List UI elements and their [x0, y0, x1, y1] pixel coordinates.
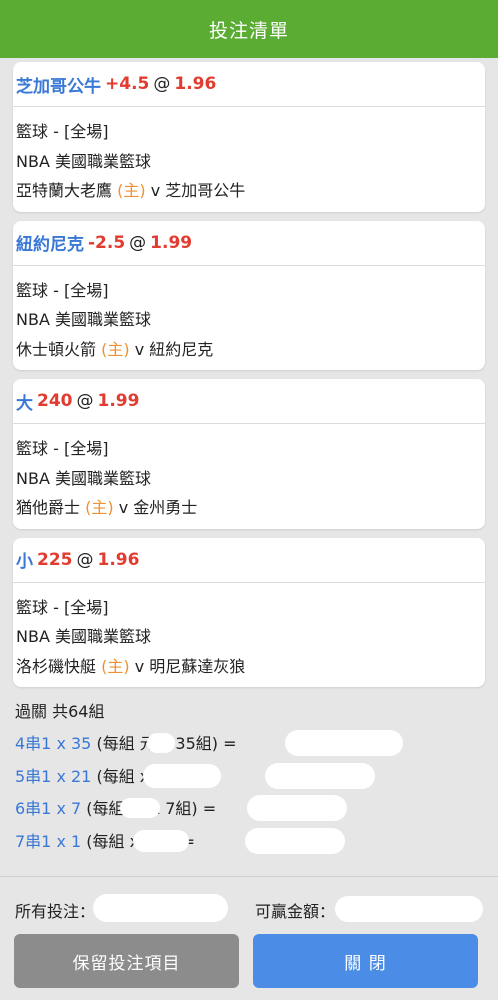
at-symbol: @: [153, 74, 171, 94]
versus: v: [134, 656, 145, 676]
bet-card[interactable]: 紐約尼克 -2.5 @ 1.99 籃球 - [全場] NBA 美國職業籃球 休士…: [13, 220, 485, 371]
combo-type: 7串1 x 1: [15, 831, 82, 851]
bet-selection: 小: [16, 552, 33, 572]
bet-handicap: +4.5: [105, 74, 150, 94]
at-symbol: @: [129, 232, 147, 253]
parlay-section: 過關 共64組 4串1 x 35 (每組 元 x 35組) = 5串1 x 21…: [0, 696, 498, 858]
parlay-combo-row[interactable]: 4串1 x 35 (每組 元 x 35組) =: [15, 728, 483, 761]
bet-card[interactable]: 小 225 @ 1.96 籃球 - [全場] NBA 美國職業籃球 洛杉磯快艇 …: [13, 537, 485, 688]
potential-win-label: 可贏金額：: [255, 902, 336, 921]
bet-card-header: 芝加哥公牛 +4.5 @ 1.96: [13, 62, 485, 107]
bet-card-body: 籃球 - [全場] NBA 美國職業籃球 休士頓火箭 (主) v 紐約尼克: [13, 266, 485, 371]
bet-match: 猶他爵士 (主) v 金州勇士: [16, 493, 482, 523]
redaction-scribble: [265, 762, 375, 789]
bet-card-body: 籃球 - [全場] NBA 美國職業籃球 猶他爵士 (主) v 金州勇士: [13, 424, 485, 529]
bet-league: NBA 美國職業籃球: [16, 310, 151, 329]
bet-match: 洛杉磯快艇 (主) v 明尼蘇達灰狼: [16, 652, 482, 682]
bet-card-header: 小 225 @ 1.96: [13, 538, 485, 583]
parlay-combo-row[interactable]: 7串1 x 1 (每組 x 1組) =: [15, 826, 483, 859]
bet-handicap: -2.5: [88, 232, 126, 253]
divider: [0, 876, 498, 877]
home-marker: (主): [101, 656, 130, 676]
at-symbol: @: [76, 549, 94, 570]
bet-league: NBA 美國職業籃球: [16, 151, 151, 171]
bet-match: 休士頓火箭 (主) v 紐約尼克: [16, 335, 482, 365]
bet-selection: 大: [16, 393, 33, 414]
home-marker: (主): [117, 181, 146, 200]
bet-league: NBA 美國職業籃球: [16, 468, 151, 488]
bet-match: 亞特蘭大老鷹 (主) v 芝加哥公牛: [16, 176, 482, 206]
home-team: 洛杉磯快艇: [16, 656, 97, 676]
combo-type: 4串1 x 35: [15, 734, 92, 753]
bet-card-header: 大 240 @ 1.99: [13, 379, 485, 424]
bet-card[interactable]: 芝加哥公牛 +4.5 @ 1.96 籃球 - [全場] NBA 美國職業籃球 亞…: [13, 62, 485, 212]
away-team: 明尼蘇達灰狼: [149, 656, 246, 676]
keep-selections-button[interactable]: 保留投注項目: [14, 934, 239, 988]
home-team: 猶他爵士: [16, 498, 81, 517]
redaction-scribble: [93, 894, 228, 922]
bet-sport: 籃球 - [全場]: [16, 597, 109, 617]
away-team: 金州勇士: [133, 498, 198, 517]
home-team: 休士頓火箭: [16, 339, 97, 359]
bet-selection: 紐約尼克: [16, 235, 84, 255]
versus: v: [150, 181, 161, 200]
bet-odds: 1.96: [97, 549, 140, 570]
bet-odds: 1.96: [174, 74, 217, 94]
bet-sport: 籃球 - [全場]: [16, 439, 109, 458]
at-symbol: @: [76, 391, 94, 411]
parlay-title: 過關 共64組: [15, 702, 105, 721]
redaction-scribble: [247, 795, 347, 821]
bet-odds: 1.99: [97, 391, 140, 411]
bet-sport: 籃球 - [全場]: [16, 280, 109, 300]
away-team: 芝加哥公牛: [165, 181, 246, 200]
bet-card-body: 籃球 - [全場] NBA 美國職業籃球 亞特蘭大老鷹 (主) v 芝加哥公牛: [13, 107, 485, 212]
bet-league: NBA 美國職業籃球: [16, 627, 151, 646]
bet-sport: 籃球 - [全場]: [16, 122, 109, 141]
redaction-scribble: [245, 827, 345, 854]
bet-card-header: 紐約尼克 -2.5 @ 1.99: [13, 221, 485, 266]
versus: v: [118, 498, 129, 517]
home-marker: (主): [85, 498, 114, 517]
home-marker: (主): [101, 339, 130, 359]
redaction-scribble: [133, 829, 189, 852]
redaction-scribble: [335, 896, 483, 922]
close-button[interactable]: 關 閉: [253, 934, 478, 988]
bet-slip-header: 投注清單: [0, 0, 498, 58]
bet-handicap: 225: [37, 549, 73, 570]
home-team: 亞特蘭大老鷹: [16, 181, 113, 200]
bet-card-body: 籃球 - [全場] NBA 美國職業籃球 洛杉磯快艇 (主) v 明尼蘇達灰狼: [13, 583, 485, 688]
redaction-scribble: [143, 763, 221, 788]
bet-selection: 芝加哥公牛: [16, 76, 101, 97]
total-stake-label: 所有投注：: [15, 902, 96, 921]
redaction-scribble: [147, 733, 175, 753]
parlay-combo-row[interactable]: 6串1 x 7 (每組 元 x 7組) =: [15, 793, 483, 826]
bet-handicap: 240: [37, 391, 73, 411]
page-title: 投注清單: [208, 19, 289, 42]
away-team: 紐約尼克: [149, 339, 214, 359]
redaction-scribble: [120, 798, 160, 818]
versus: v: [134, 339, 145, 359]
combo-type: 6串1 x 7: [15, 799, 82, 818]
totals-bar: 所有投注： 可贏金額：: [15, 892, 483, 926]
combo-type: 5串1 x 21: [15, 766, 92, 786]
bet-odds: 1.99: [150, 232, 193, 253]
bet-list: 芝加哥公牛 +4.5 @ 1.96 籃球 - [全場] NBA 美國職業籃球 亞…: [0, 58, 498, 687]
redaction-scribble: [285, 730, 403, 756]
parlay-combo-row[interactable]: 5串1 x 21 (每組 x 21組) =: [15, 761, 483, 794]
bet-card[interactable]: 大 240 @ 1.99 籃球 - [全場] NBA 美國職業籃球 猶他爵士 (…: [13, 379, 485, 529]
